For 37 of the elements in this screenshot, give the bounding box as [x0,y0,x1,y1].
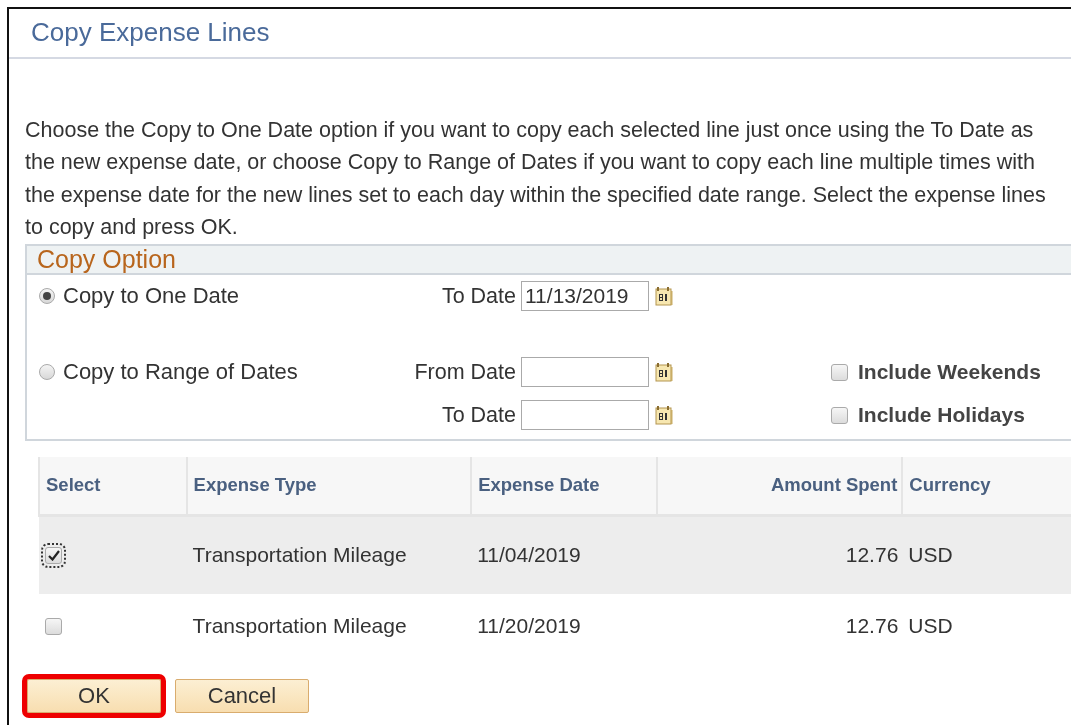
calendar-icon[interactable] [655,362,673,383]
table-cell: 11/20/2019 [471,593,658,659]
calendar-icon[interactable] [655,286,673,307]
table-cell: USD [902,593,1071,659]
radio-button[interactable] [39,288,55,305]
checkbox[interactable] [831,363,848,381]
calendar-icon[interactable] [655,405,673,426]
checkbox-label: Include Holidays [858,403,1025,428]
table-cell: Transportation Mileage [186,515,472,594]
column-header: Expense Type [186,456,472,516]
table-row[interactable]: Transportation Mileage 11/20/2019 12.76 USD [39,593,1071,659]
checkbox[interactable] [831,406,848,424]
column-header: Amount Spent [657,456,903,516]
column-header: Select [39,456,187,516]
field-label: From Date [413,359,516,385]
checkbox-label: Include Weekends [858,360,1041,385]
field-label: To Date [440,402,516,428]
date-field[interactable]: 11/13/2019 [521,281,649,312]
table-cell: 11/04/2019 [471,515,658,594]
field-label: To Date [440,283,516,309]
column-header: Currency [902,456,1071,516]
instructions-text: Choose the Copy to One Date option if you want to copy each selected line just once using the To Date as the new expense date, or choose Copy to Range of Dates if you want to copy each line multiple times with the expense date for the new lines set to each day within the specified date range. Select the expense lines to copy and press OK. [25,117,1047,242]
option-label: Copy to Range of Dates [63,359,298,386]
date-field[interactable] [521,400,649,431]
checkbox[interactable] [45,617,62,635]
table-cell: 12.76 [657,593,903,659]
section-title: Copy Option [27,245,1071,275]
table-cell: 12.76 [657,515,903,594]
option-label: Copy to One Date [63,283,240,310]
table-row[interactable]: Transportation Mileage 11/04/2019 12.76 USD [39,515,1071,594]
table-cell: USD [902,515,1071,594]
radio-button[interactable] [39,364,55,381]
table-cell: Transportation Mileage [186,593,472,659]
cancel-button[interactable]: Cancel [175,678,309,713]
dialog-title: Copy Expense Lines [9,9,1071,59]
column-header: Expense Date [471,456,658,516]
date-field[interactable] [521,357,649,388]
